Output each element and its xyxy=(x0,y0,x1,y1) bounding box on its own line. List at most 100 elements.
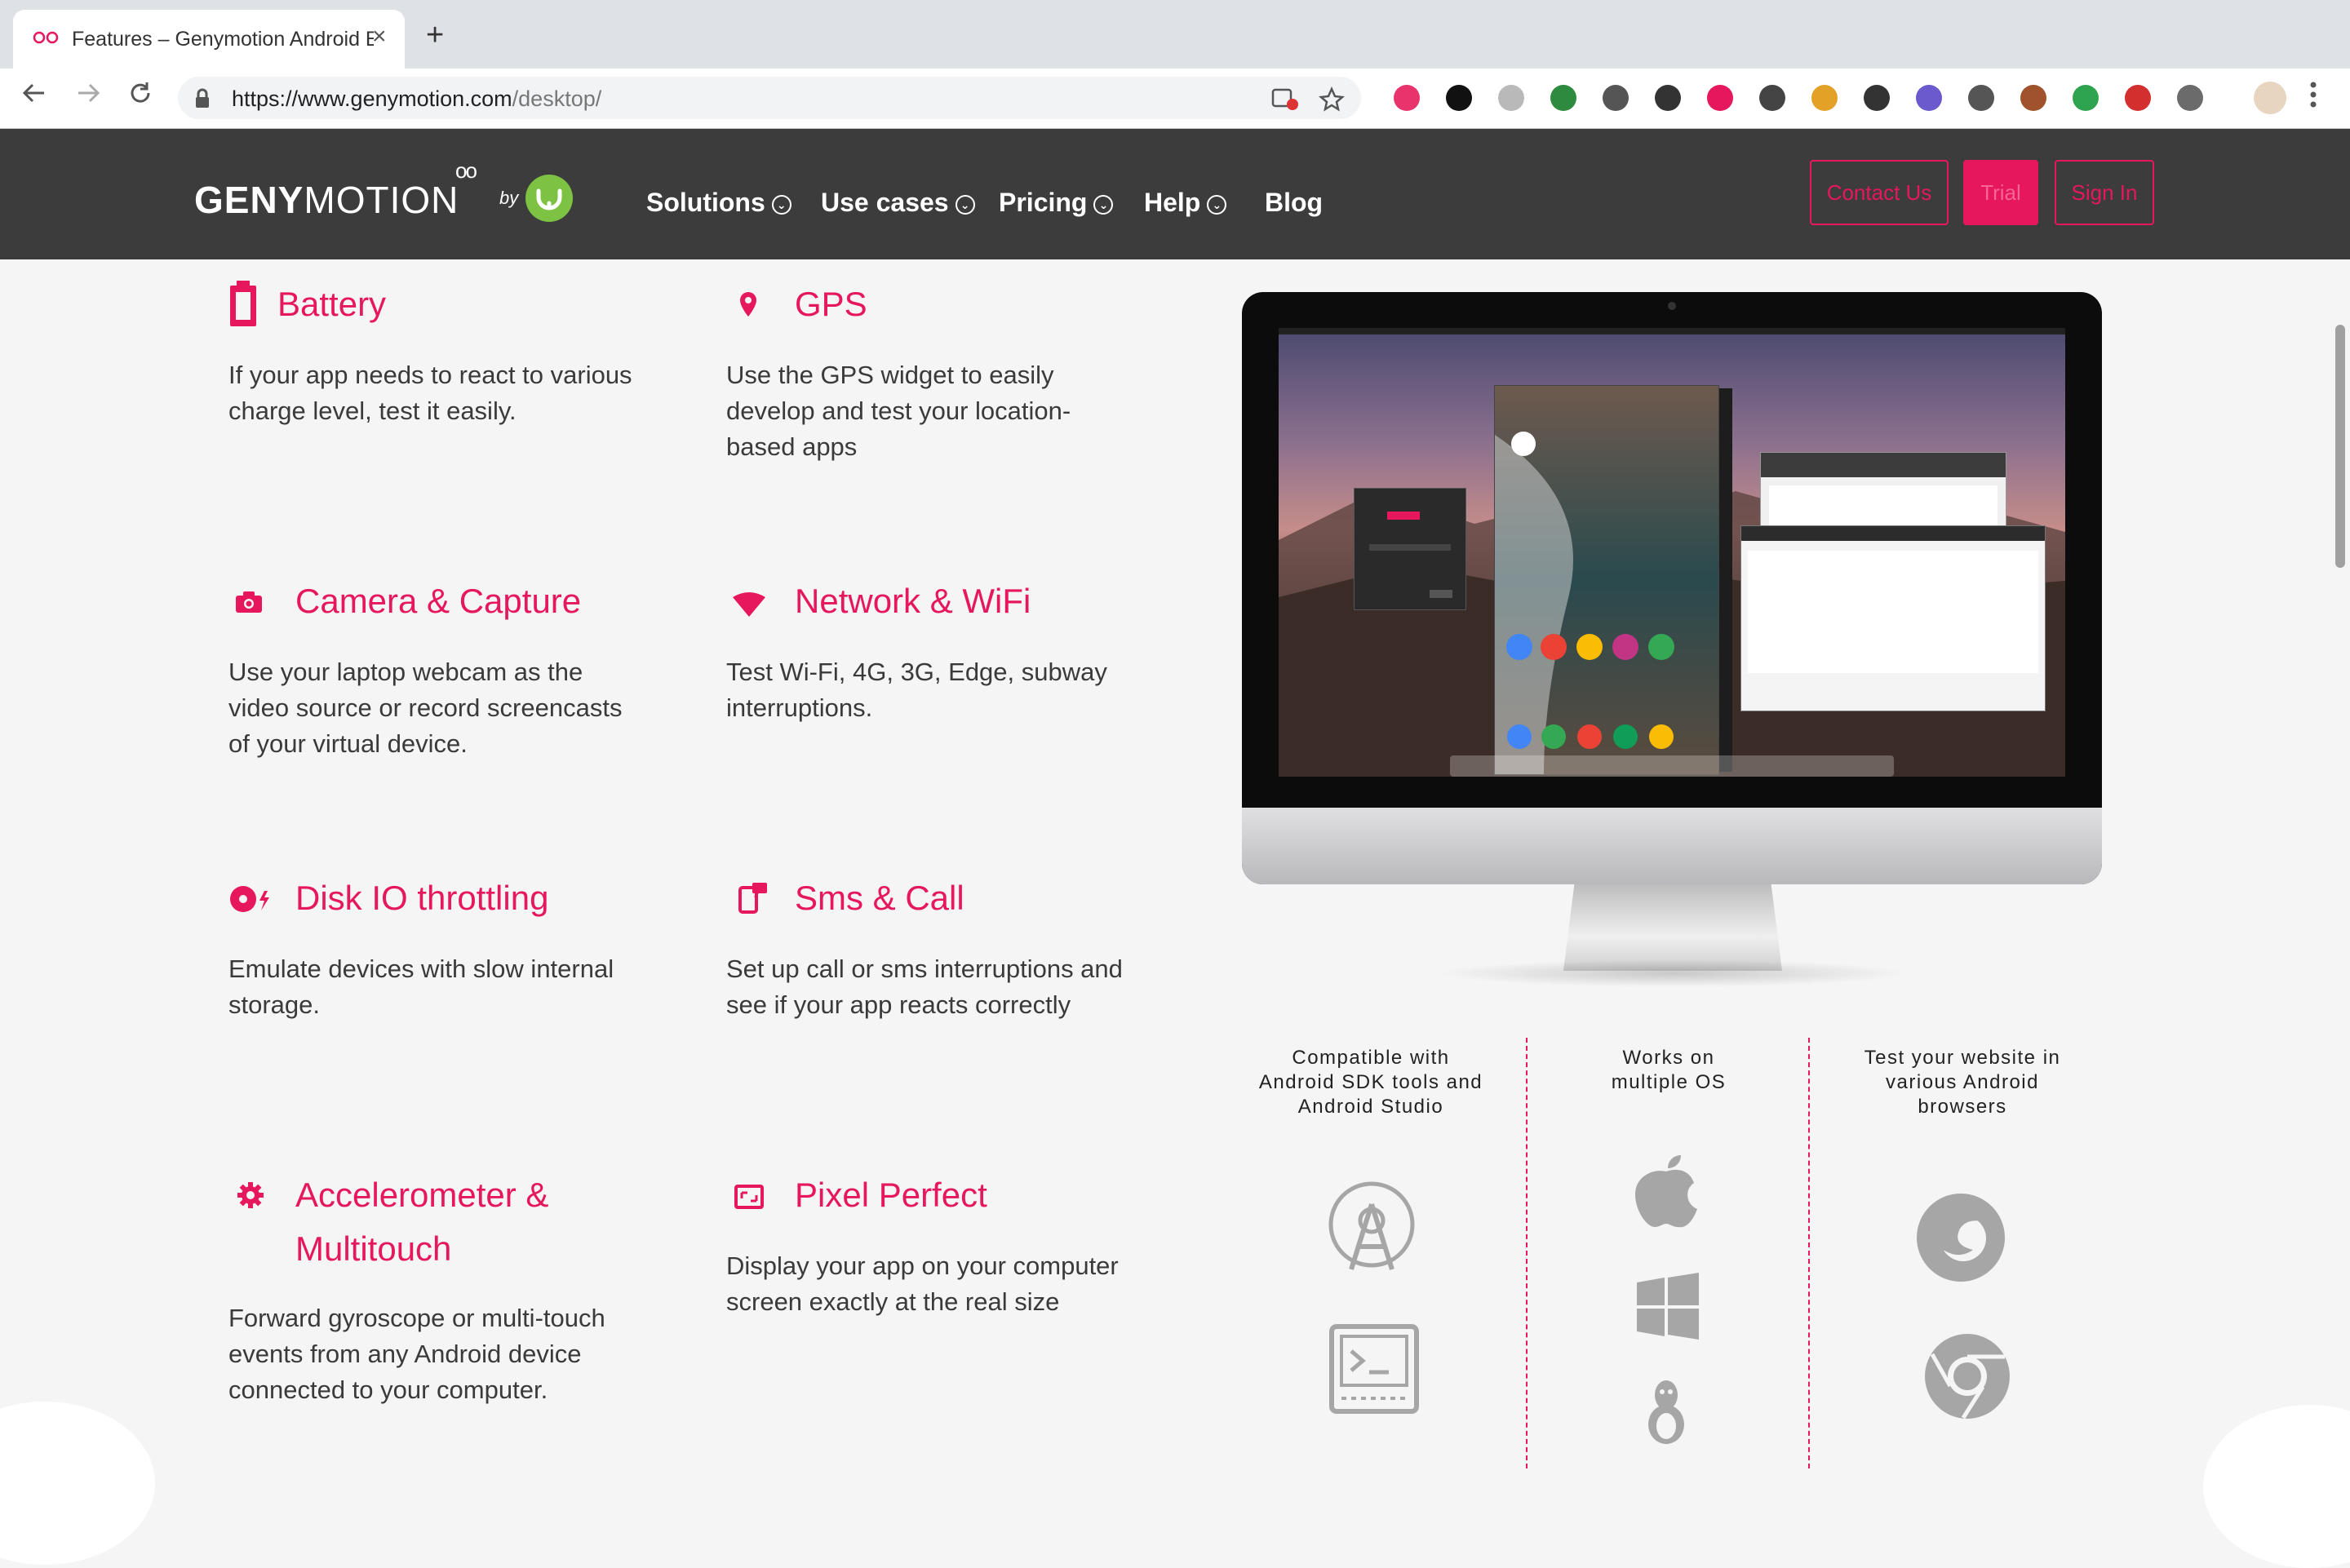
browser-extension-icon[interactable] xyxy=(2125,85,2151,111)
dialog-list xyxy=(1748,551,2038,673)
browser-menu-icon[interactable] xyxy=(2309,80,2317,117)
browser-tab[interactable]: Features – Genymotion Android Emulator × xyxy=(13,10,405,69)
nav-pricing[interactable]: Pricing ⌄ xyxy=(999,188,1114,218)
logo-oo-mark: oo xyxy=(455,158,477,183)
nav-blog-label: Blog xyxy=(1265,188,1324,217)
browser-extension-icon[interactable] xyxy=(1864,85,1890,111)
browser-toolbar: https://www.genymotion.com/desktop/ xyxy=(0,69,2350,129)
profile-avatar[interactable] xyxy=(2254,82,2286,114)
feature-title: Pixel Perfect xyxy=(795,1176,987,1214)
reload-icon[interactable] xyxy=(127,80,153,111)
by-label: by xyxy=(499,188,519,208)
nav-blog[interactable]: Blog xyxy=(1265,188,1323,218)
address-bar[interactable]: https://www.genymotion.com/desktop/ xyxy=(178,77,1361,119)
chevron-down-icon: ⌄ xyxy=(771,194,791,215)
nav-pricing-label: Pricing xyxy=(999,188,1088,217)
page-scrollbar-thumb[interactable] xyxy=(2335,325,2345,568)
chrome-icon xyxy=(1922,1331,2012,1425)
chevron-down-icon: ⌄ xyxy=(1207,194,1227,215)
feature-title-text: Accelerometer & Multitouch xyxy=(295,1176,549,1268)
widget-bar xyxy=(1387,512,1420,520)
url-host: https://www.genymotion.com xyxy=(232,86,512,111)
feature-title: Camera & Capture xyxy=(295,582,582,620)
url-text: https://www.genymotion.com/desktop/ xyxy=(232,86,601,112)
monitor-stand xyxy=(1563,884,1782,971)
browser-extension-icon[interactable] xyxy=(1811,85,1838,111)
apple-icon xyxy=(1634,1154,1699,1233)
trial-button[interactable]: Trial xyxy=(1963,160,2038,225)
nav-use-cases[interactable]: Use cases ⌄ xyxy=(821,188,975,218)
desktop-screenshot xyxy=(1279,328,2065,777)
mac-dock xyxy=(1450,755,1894,777)
feature-title: Network & WiFi xyxy=(795,582,1031,620)
url-path: /desktop/ xyxy=(512,86,602,111)
bookmark-star-icon[interactable] xyxy=(1319,86,1345,118)
tab-close-icon[interactable]: × xyxy=(372,23,387,51)
browser-extension-icon[interactable] xyxy=(2020,85,2046,111)
phone-wallpaper xyxy=(1495,386,1718,774)
browser-extension-icon[interactable] xyxy=(1394,85,1420,111)
disk-io-widget xyxy=(1354,488,1466,610)
monitor-chin xyxy=(1242,808,2102,884)
feature-title: Disk IO throttling xyxy=(295,879,549,917)
monitor-shadow xyxy=(1436,959,1909,987)
tab-title: Features – Genymotion Android Emulator xyxy=(72,28,374,51)
linux-icon xyxy=(1637,1377,1696,1450)
disk-icon xyxy=(228,884,274,918)
feature-description: If your app needs to react to various ch… xyxy=(228,361,632,425)
battery-icon xyxy=(228,279,258,332)
logo-bold: GENY xyxy=(194,179,304,221)
back-icon[interactable] xyxy=(21,80,47,111)
browser-extension-icon[interactable] xyxy=(1498,85,1524,111)
browser-extension-icon[interactable] xyxy=(1968,85,1994,111)
contact-us-button[interactable]: Contact Us xyxy=(1810,160,1949,225)
browser-extension-icon[interactable] xyxy=(1759,85,1785,111)
gear-icon xyxy=(237,1181,264,1213)
browser-extension-icon[interactable] xyxy=(1707,85,1733,111)
feature-title: Sms & Call xyxy=(795,879,964,917)
browser-extension-icon[interactable] xyxy=(1655,85,1681,111)
windows-icon xyxy=(1630,1271,1704,1345)
browser-extension-icon[interactable] xyxy=(1446,85,1472,111)
column-divider xyxy=(1808,1038,1810,1468)
genymotion-logo[interactable]: GENYMOTION xyxy=(194,178,459,222)
translate-blocked-icon[interactable] xyxy=(1271,86,1299,117)
dialog-title-bar xyxy=(1741,526,2045,541)
chevron-down-icon: ⌄ xyxy=(955,194,975,215)
virtual-phone xyxy=(1494,385,1719,775)
forward-icon[interactable] xyxy=(75,80,101,111)
genymobile-badge-icon[interactable] xyxy=(525,175,573,222)
feature-description: Display your app on your computer screen… xyxy=(726,1251,1119,1316)
browser-extension-icon[interactable] xyxy=(1916,85,1942,111)
chevron-down-icon: ⌄ xyxy=(1093,194,1114,215)
browser-extension-icon[interactable] xyxy=(2177,85,2203,111)
nav-solutions[interactable]: Solutions ⌄ xyxy=(646,188,791,218)
firefox-icon xyxy=(1914,1191,2007,1288)
wifi-icon xyxy=(731,591,767,622)
column-divider xyxy=(1526,1038,1528,1468)
lock-icon xyxy=(194,88,211,113)
widget-apply xyxy=(1430,590,1452,598)
location-pin-icon xyxy=(738,290,759,322)
nav-solutions-label: Solutions xyxy=(646,188,765,217)
browser-extension-icon[interactable] xyxy=(2073,85,2099,111)
terminal-icon xyxy=(1328,1323,1420,1419)
nav-use-cases-label: Use cases xyxy=(821,188,949,217)
android-studio-icon xyxy=(1327,1180,1417,1285)
feature-description: Use your laptop webcam as the video sour… xyxy=(228,658,623,758)
sign-in-button[interactable]: Sign In xyxy=(2055,160,2154,225)
nav-help[interactable]: Help ⌄ xyxy=(1144,188,1227,218)
feature-description: Set up call or sms interruptions and see… xyxy=(726,955,1123,1019)
window-toolbar xyxy=(1761,453,2006,477)
new-tab-icon[interactable]: + xyxy=(426,20,444,51)
nav-help-label: Help xyxy=(1144,188,1201,217)
feature-description: Forward gyroscope or multi-touch events … xyxy=(228,1304,605,1404)
phone-side-toolbar xyxy=(1719,388,1732,772)
decorative-blob xyxy=(0,1402,155,1565)
genymotion-favicon-icon xyxy=(33,29,60,50)
pixel-perfect-icon xyxy=(734,1185,764,1213)
browser-extension-icon[interactable] xyxy=(1550,85,1576,111)
browser-extension-icon[interactable] xyxy=(1603,85,1629,111)
new-device-dialog xyxy=(1740,525,2046,711)
feature-description: Use the GPS widget to easily develop and… xyxy=(726,361,1071,461)
